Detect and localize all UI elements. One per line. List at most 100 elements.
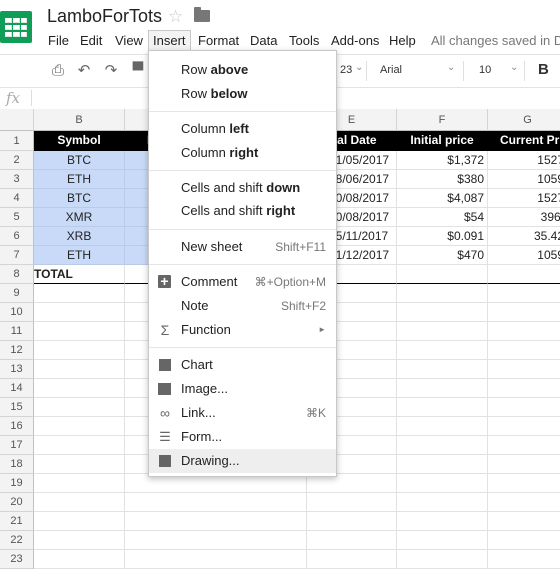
current-price-cell[interactable]: 396. [488, 208, 560, 227]
table-cell[interactable] [488, 436, 560, 455]
row-header[interactable]: 2 [0, 151, 34, 170]
table-cell[interactable] [34, 398, 125, 417]
price-cell[interactable]: $380 [397, 170, 488, 189]
table-cell[interactable] [307, 550, 397, 569]
bold-button[interactable]: B [538, 61, 549, 78]
symbol-cell[interactable]: ETH [34, 170, 125, 189]
menu-edit[interactable]: Edit [78, 32, 104, 50]
row-header[interactable]: 22 [0, 531, 34, 550]
caret-down-icon[interactable]: ⌄ [510, 62, 518, 73]
table-cell[interactable] [488, 398, 560, 417]
row-header[interactable]: 13 [0, 360, 34, 379]
symbol-cell[interactable]: ETH [34, 246, 125, 265]
table-cell[interactable] [307, 512, 397, 531]
table-cell[interactable] [125, 512, 307, 531]
redo-icon[interactable]: ↷ [103, 63, 119, 79]
table-cell[interactable] [488, 493, 560, 512]
menu-insert[interactable]: Insert [148, 30, 191, 52]
menu-item-new-sheet[interactable]: New sheet Shift+F11 [149, 235, 336, 259]
table-cell[interactable] [125, 493, 307, 512]
row-header[interactable]: 16 [0, 417, 34, 436]
current-price-cell[interactable]: 1059 [488, 246, 560, 265]
current-price-cell[interactable]: 1527 [488, 151, 560, 170]
total-label[interactable]: TOTAL [34, 265, 125, 284]
table-cell[interactable] [34, 493, 125, 512]
menu-item-note[interactable]: Note Shift+F2 [149, 294, 336, 318]
table-cell[interactable] [488, 322, 560, 341]
table-cell[interactable] [397, 417, 488, 436]
table-cell[interactable] [397, 379, 488, 398]
table-cell[interactable] [488, 455, 560, 474]
menu-item-form[interactable]: ☰ Form... [149, 425, 336, 449]
save-status[interactable]: All changes saved in Drive [431, 32, 560, 50]
row-header[interactable]: 21 [0, 512, 34, 531]
caret-down-icon[interactable]: ⌄ [355, 62, 363, 73]
row-header[interactable]: 23 [0, 550, 34, 569]
current-price-cell[interactable]: 35.42 [488, 227, 560, 246]
header-current-price[interactable]: Current Pric [488, 131, 560, 151]
table-cell[interactable] [307, 493, 397, 512]
menu-item-function[interactable]: Σ Function ► [149, 318, 336, 342]
table-cell[interactable] [397, 322, 488, 341]
menu-item-cells-shift-right[interactable]: Cells and shift right [149, 199, 336, 223]
table-cell[interactable] [488, 531, 560, 550]
current-price-cell[interactable]: 1059 [488, 170, 560, 189]
symbol-cell[interactable]: BTC [34, 189, 125, 208]
select-all-corner[interactable] [0, 109, 34, 131]
paint-format-icon[interactable]: ▀ [130, 63, 146, 79]
undo-icon[interactable]: ↶ [76, 63, 92, 79]
menu-item-drawing[interactable]: Drawing... [149, 449, 336, 473]
menu-tools[interactable]: Tools [287, 32, 321, 50]
table-cell[interactable] [397, 550, 488, 569]
menu-item-column-left[interactable]: Column left [149, 117, 336, 141]
header-initial-price[interactable]: Initial price [397, 131, 488, 151]
menu-item-comment[interactable]: + Comment ⌘+Option+M [149, 270, 336, 294]
table-cell[interactable] [488, 284, 560, 303]
menu-help[interactable]: Help [387, 32, 418, 50]
symbol-cell[interactable]: XRB [34, 227, 125, 246]
table-cell[interactable] [397, 303, 488, 322]
row-header[interactable]: 5 [0, 208, 34, 227]
table-cell[interactable] [397, 284, 488, 303]
table-cell[interactable] [34, 417, 125, 436]
menu-addons[interactable]: Add-ons [329, 32, 381, 50]
table-cell[interactable] [488, 341, 560, 360]
row-header[interactable]: 18 [0, 455, 34, 474]
table-cell[interactable] [34, 550, 125, 569]
row-header[interactable]: 4 [0, 189, 34, 208]
table-cell[interactable] [397, 455, 488, 474]
table-cell[interactable] [397, 436, 488, 455]
table-cell[interactable] [488, 265, 560, 284]
table-cell[interactable] [34, 379, 125, 398]
table-cell[interactable] [34, 474, 125, 493]
table-cell[interactable] [34, 341, 125, 360]
row-header[interactable]: 6 [0, 227, 34, 246]
table-cell[interactable] [488, 474, 560, 493]
zoom-partial[interactable]: 23 [340, 64, 352, 76]
row-header[interactable]: 19 [0, 474, 34, 493]
row-header[interactable]: 17 [0, 436, 34, 455]
menu-item-cells-shift-down[interactable]: Cells and shift down [149, 176, 336, 200]
table-cell[interactable] [34, 531, 125, 550]
caret-down-icon[interactable]: ⌄ [447, 62, 455, 73]
table-cell[interactable] [125, 550, 307, 569]
table-cell[interactable] [397, 512, 488, 531]
menu-item-row-below[interactable]: Row below [149, 82, 336, 106]
menu-view[interactable]: View [113, 32, 145, 50]
document-title[interactable]: LamboForTots [47, 6, 162, 27]
table-cell[interactable] [488, 379, 560, 398]
font-size-select[interactable]: 10 [479, 64, 491, 76]
table-cell[interactable] [34, 436, 125, 455]
table-cell[interactable] [125, 531, 307, 550]
menu-item-chart[interactable]: Chart [149, 353, 336, 377]
table-cell[interactable] [397, 493, 488, 512]
menu-item-image[interactable]: Image... [149, 377, 336, 401]
price-cell[interactable]: $54 [397, 208, 488, 227]
column-header-f[interactable]: F [397, 109, 488, 131]
price-cell[interactable]: $4,087 [397, 189, 488, 208]
row-header[interactable]: 14 [0, 379, 34, 398]
sheets-logo[interactable] [0, 11, 32, 43]
table-cell[interactable] [397, 474, 488, 493]
header-symbol[interactable]: Symbol [34, 131, 125, 151]
column-header-g[interactable]: G [488, 109, 560, 131]
